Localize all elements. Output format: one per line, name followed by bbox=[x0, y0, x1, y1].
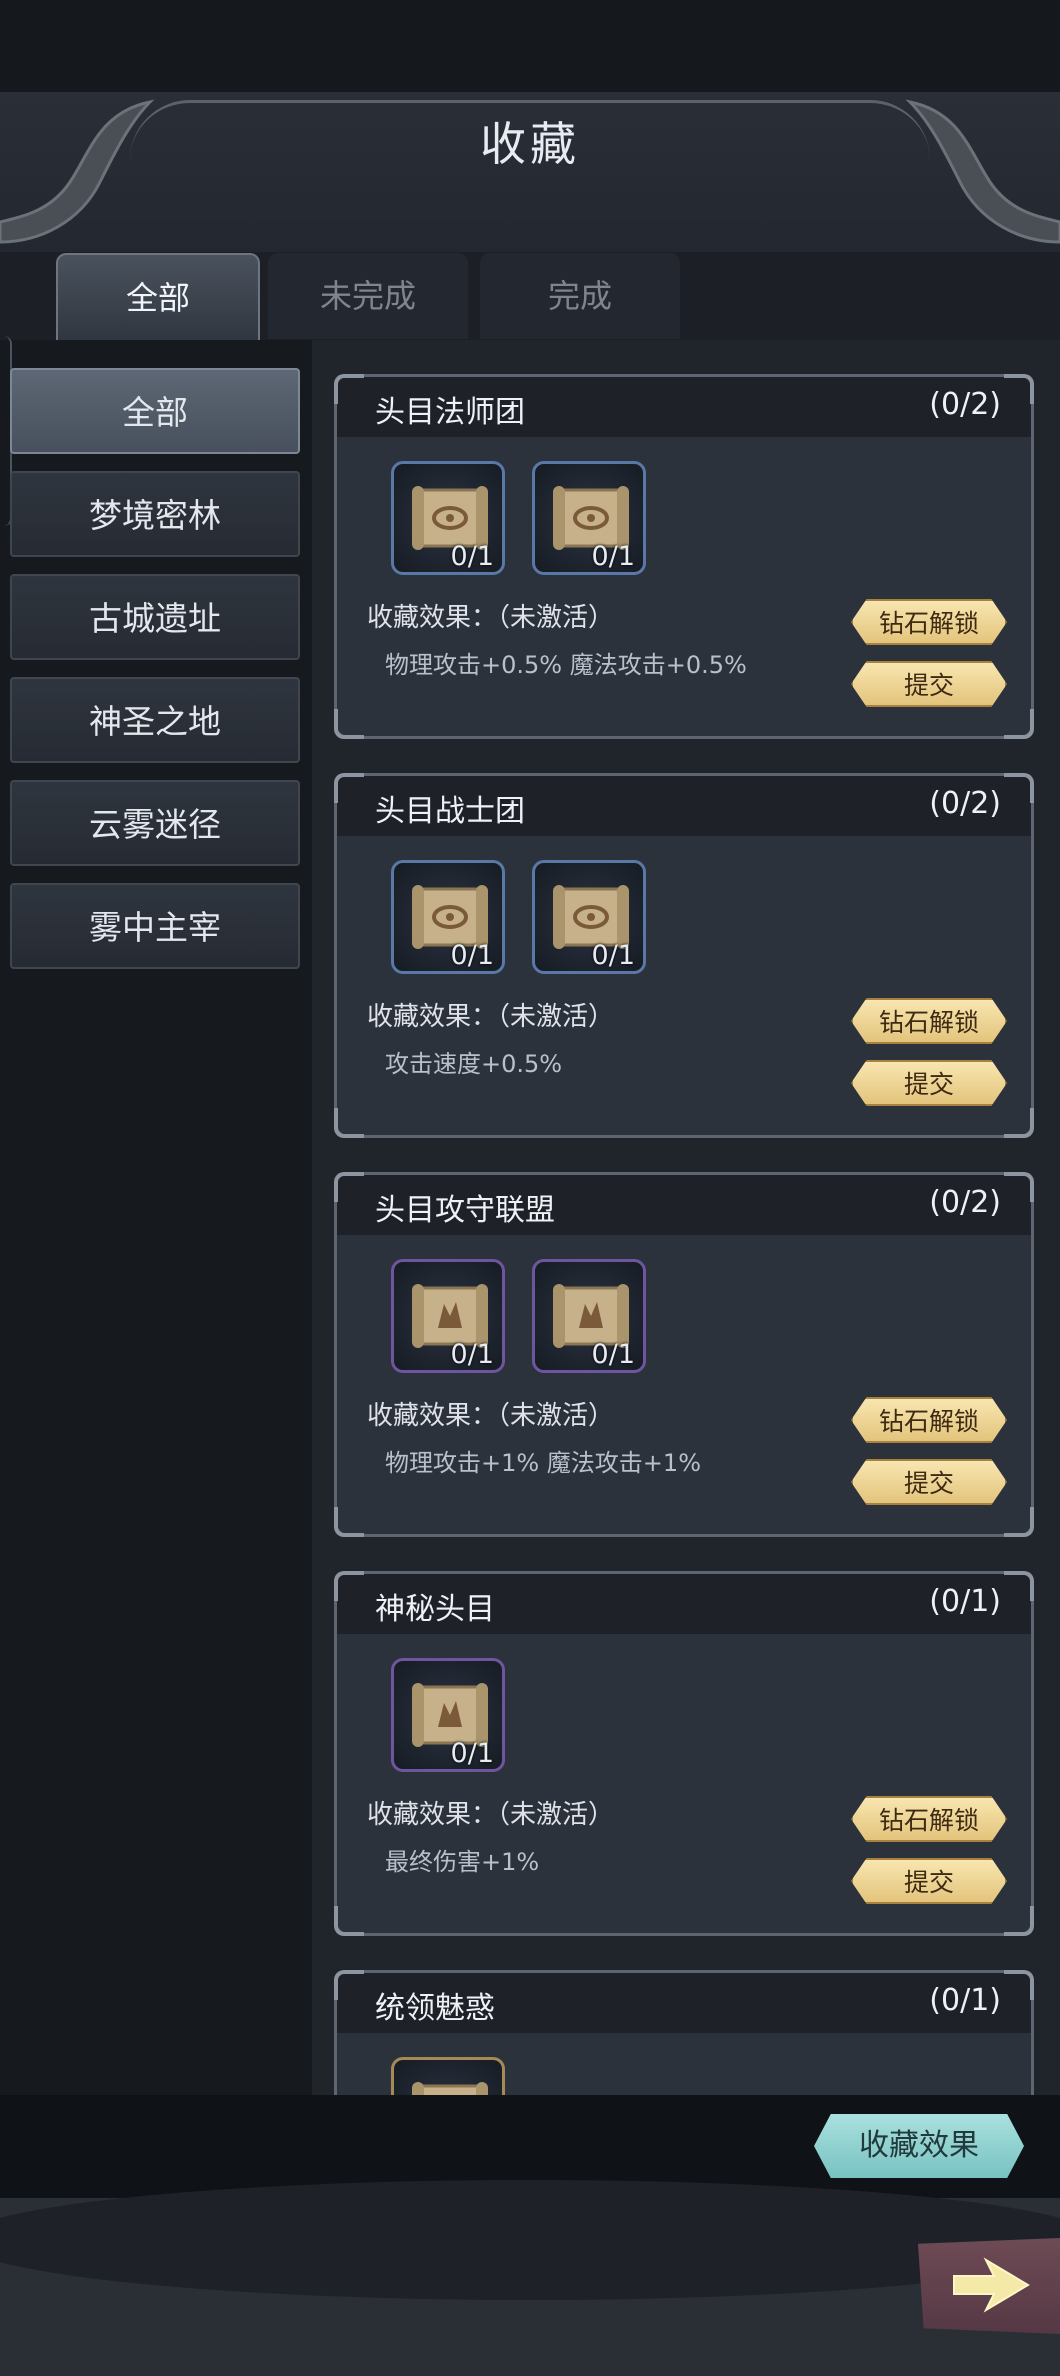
sidebar-item-all[interactable]: 全部 bbox=[10, 368, 300, 454]
item-count: 0/1 bbox=[450, 940, 494, 971]
card-progress: (0/1) bbox=[929, 1983, 1001, 2018]
sidebar-item-dream-forest[interactable]: 梦境密林 bbox=[10, 471, 300, 557]
collection-card: 头目战士团 (0/2) 0/1 0/1 收藏效果：（未激活） 攻击速度+0.5%… bbox=[334, 773, 1034, 1138]
collection-item-slot[interactable]: 0/1 bbox=[391, 1259, 505, 1373]
card-progress: (0/2) bbox=[929, 1185, 1001, 1220]
sidebar-item-ancient-ruins[interactable]: 古城遗址 bbox=[10, 574, 300, 660]
status-bar bbox=[0, 0, 1060, 92]
collection-list[interactable]: 头目法师团 (0/2) 0/1 0/1 收藏效果：（未激活） 物理攻击+0.5%… bbox=[312, 340, 1060, 2095]
arrow-right-icon bbox=[953, 2257, 1030, 2313]
card-progress: (0/2) bbox=[929, 786, 1001, 821]
scroll-icon bbox=[412, 2082, 488, 2095]
effect-label: 收藏效果：（未激活） bbox=[367, 1401, 615, 1431]
card-corner bbox=[334, 374, 364, 404]
item-count: 0/1 bbox=[591, 940, 635, 971]
collection-item-slot[interactable] bbox=[391, 2057, 505, 2095]
effect-value: 物理攻击+0.5% 魔法攻击+0.5% bbox=[385, 651, 747, 679]
collection-card: 统领魅惑 (0/1) bbox=[334, 1970, 1034, 2095]
tab-all[interactable]: 全部 bbox=[56, 253, 260, 341]
card-corner bbox=[334, 773, 364, 803]
collection-item-slot[interactable]: 0/1 bbox=[391, 1658, 505, 1772]
card-corner bbox=[1004, 709, 1034, 739]
item-count: 0/1 bbox=[450, 1738, 494, 1769]
item-count: 0/1 bbox=[450, 541, 494, 572]
collection-item-slot[interactable]: 0/1 bbox=[532, 860, 646, 974]
footer-ornament bbox=[0, 2180, 1060, 2300]
effect-label: 收藏效果：（未激活） bbox=[367, 1800, 615, 1830]
card-corner bbox=[1004, 1970, 1034, 2000]
diamond-unlock-button[interactable]: 钻石解锁 bbox=[851, 1796, 1007, 1842]
sidebar-item-holy-land[interactable]: 神圣之地 bbox=[10, 677, 300, 763]
collection-item-slot[interactable]: 0/1 bbox=[532, 1259, 646, 1373]
submit-button[interactable]: 提交 bbox=[851, 1459, 1007, 1505]
effect-label: 收藏效果：（未激活） bbox=[367, 603, 615, 633]
item-count: 0/1 bbox=[591, 541, 635, 572]
submit-button[interactable]: 提交 bbox=[851, 1060, 1007, 1106]
card-progress: (0/1) bbox=[929, 1584, 1001, 1619]
card-corner bbox=[334, 1172, 364, 1202]
collection-card: 头目攻守联盟 (0/2) 0/1 0/1 收藏效果：（未激活） 物理攻击+1% … bbox=[334, 1172, 1034, 1537]
card-corner bbox=[1004, 1571, 1034, 1601]
card-progress: (0/2) bbox=[929, 387, 1001, 422]
page-title: 收藏 bbox=[480, 117, 580, 171]
effect-label: 收藏效果：（未激活） bbox=[367, 1002, 615, 1032]
item-count: 0/1 bbox=[450, 1339, 494, 1370]
card-corner bbox=[1004, 1108, 1034, 1138]
card-title: 头目攻守联盟 bbox=[375, 1193, 555, 1228]
collection-card: 头目法师团 (0/2) 0/1 0/1 收藏效果：（未激活） 物理攻击+0.5%… bbox=[334, 374, 1034, 739]
collection-effects-button[interactable]: 收藏效果 bbox=[814, 2114, 1024, 2178]
item-count: 0/1 bbox=[591, 1339, 635, 1370]
collection-item-slot[interactable]: 0/1 bbox=[391, 461, 505, 575]
card-title: 头目战士团 bbox=[375, 794, 525, 829]
card-title: 头目法师团 bbox=[375, 395, 525, 430]
effect-value: 最终伤害+1% bbox=[385, 1848, 540, 1876]
effect-value: 攻击速度+0.5% bbox=[385, 1050, 563, 1078]
diamond-unlock-button[interactable]: 钻石解锁 bbox=[851, 599, 1007, 645]
card-corner bbox=[334, 1108, 364, 1138]
card-corner bbox=[1004, 1172, 1034, 1202]
card-corner bbox=[334, 1507, 364, 1537]
submit-button[interactable]: 提交 bbox=[851, 661, 1007, 707]
card-corner bbox=[334, 709, 364, 739]
card-corner bbox=[1004, 773, 1034, 803]
collection-card: 神秘头目 (0/1) 0/1 收藏效果：（未激活） 最终伤害+1% 钻石解锁 提… bbox=[334, 1571, 1034, 1936]
card-corner bbox=[1004, 1906, 1034, 1936]
card-corner bbox=[334, 1970, 364, 2000]
diamond-unlock-button[interactable]: 钻石解锁 bbox=[851, 998, 1007, 1044]
effect-value: 物理攻击+1% 魔法攻击+1% bbox=[385, 1449, 701, 1477]
submit-button[interactable]: 提交 bbox=[851, 1858, 1007, 1904]
collection-item-slot[interactable]: 0/1 bbox=[532, 461, 646, 575]
sidebar-item-misty-path[interactable]: 云雾迷径 bbox=[10, 780, 300, 866]
diamond-unlock-button[interactable]: 钻石解锁 bbox=[851, 1397, 1007, 1443]
sidebar-item-mist-lord[interactable]: 雾中主宰 bbox=[10, 883, 300, 969]
card-corner bbox=[334, 1906, 364, 1936]
tab-complete[interactable]: 完成 bbox=[480, 253, 680, 339]
card-corner bbox=[1004, 1507, 1034, 1537]
card-corner bbox=[1004, 374, 1034, 404]
card-title: 统领魅惑 bbox=[375, 1991, 495, 2026]
collection-item-slot[interactable]: 0/1 bbox=[391, 860, 505, 974]
tab-incomplete[interactable]: 未完成 bbox=[268, 253, 468, 339]
card-title: 神秘头目 bbox=[375, 1592, 495, 1627]
card-corner bbox=[334, 1571, 364, 1601]
